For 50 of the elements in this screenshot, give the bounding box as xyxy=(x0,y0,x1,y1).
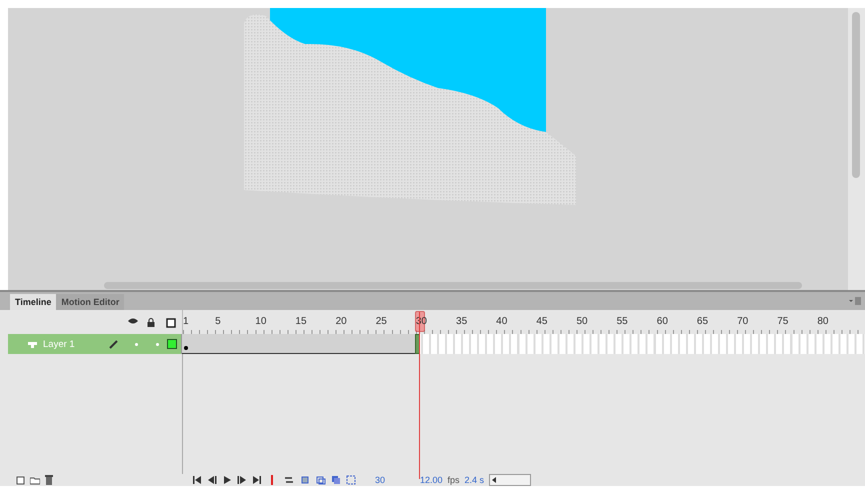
vertical-scrollbar[interactable] xyxy=(848,8,865,290)
frame-number: 1 xyxy=(183,316,189,327)
frame-number: 40 xyxy=(496,316,508,327)
panel-tab[interactable]: Timeline xyxy=(10,294,56,310)
frame-number: 5 xyxy=(215,316,221,327)
pencil-icon xyxy=(109,339,119,349)
new-layer-icon[interactable] xyxy=(16,475,26,485)
edit-frames-icon[interactable] xyxy=(331,475,341,485)
frame-rate-unit: fps xyxy=(448,475,460,485)
frame-number: 45 xyxy=(536,316,548,327)
frame-number: 70 xyxy=(737,316,748,327)
frame-number: 80 xyxy=(817,316,828,327)
scroll-thumb[interactable] xyxy=(852,12,860,178)
markers-icon[interactable] xyxy=(346,475,356,485)
frame-number: 55 xyxy=(616,316,628,327)
scroll-left-icon[interactable] xyxy=(490,476,498,484)
onion-skin-icon[interactable] xyxy=(301,475,311,485)
outline-icon[interactable] xyxy=(166,318,176,328)
horizontal-scrollbar[interactable] xyxy=(104,282,802,289)
frame-number: 15 xyxy=(295,316,307,327)
keyframe-dot[interactable] xyxy=(184,346,188,350)
timeline-scrollbar[interactable] xyxy=(489,474,532,486)
frame-number: 35 xyxy=(456,316,468,327)
first-frame-icon[interactable] xyxy=(192,475,202,485)
frame-number: 20 xyxy=(336,316,347,327)
lock-dot[interactable] xyxy=(156,342,159,346)
visible-dot[interactable] xyxy=(135,342,138,346)
panel-tab[interactable]: Motion Editor xyxy=(56,294,124,310)
frame-number: 75 xyxy=(777,316,788,327)
frame-number: 10 xyxy=(255,316,266,327)
step-forward-icon[interactable] xyxy=(237,475,247,485)
panel-menu-icon[interactable] xyxy=(849,297,861,305)
frame-span[interactable] xyxy=(182,334,416,354)
frame-number: 60 xyxy=(656,316,668,327)
elapsed-time: 2.4 s xyxy=(464,475,484,485)
frame-number: 25 xyxy=(376,316,387,327)
frame-number: 50 xyxy=(576,316,588,327)
last-frame-icon[interactable] xyxy=(252,475,262,485)
playhead[interactable] xyxy=(414,311,425,332)
layer-name: Layer 1 xyxy=(43,338,76,350)
trash-icon[interactable] xyxy=(44,475,54,485)
onion-outline-icon[interactable] xyxy=(316,475,326,485)
current-frame[interactable]: 30 xyxy=(375,475,415,485)
outline-color[interactable] xyxy=(167,339,177,349)
step-back-icon[interactable] xyxy=(207,475,217,485)
lock-icon[interactable] xyxy=(147,318,155,327)
layer-icon xyxy=(28,340,37,348)
eye-icon[interactable] xyxy=(128,318,138,326)
frame-number: 65 xyxy=(696,316,708,327)
frame-rate[interactable]: 12.00 xyxy=(420,475,443,485)
